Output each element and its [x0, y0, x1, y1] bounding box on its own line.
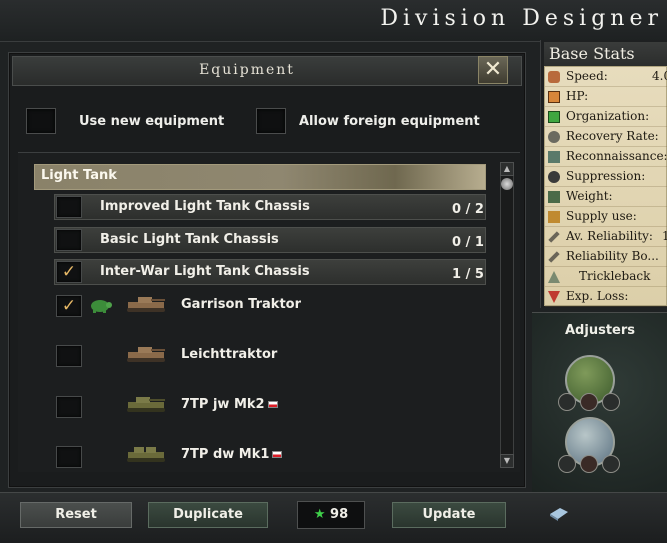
tank-icon	[127, 447, 165, 462]
reset-button[interactable]: Reset	[20, 502, 132, 528]
adjuster-attack-icon[interactable]	[558, 393, 576, 411]
duplicate-button[interactable]: Duplicate	[148, 502, 268, 528]
stat-row-suppression: Suppression:	[545, 167, 667, 187]
chassis-checkbox[interactable]	[56, 196, 82, 218]
weight-icon	[548, 191, 560, 203]
close-button[interactable]: ✕	[478, 56, 508, 84]
stat-row-exp-loss: Exp. Loss:	[545, 287, 667, 307]
scroll-down-icon[interactable]: ▼	[500, 454, 514, 468]
variant-checkbox[interactable]	[56, 345, 82, 367]
stat-row-weight: Weight:	[545, 187, 667, 207]
turtle-icon	[91, 300, 112, 313]
chassis-label: Basic Light Tank Chassis	[100, 232, 279, 247]
tank-icon	[127, 297, 165, 312]
recovery-icon	[548, 131, 560, 143]
speed-icon	[548, 71, 560, 83]
stat-row-reconnaissance: Reconnaissance:	[545, 147, 667, 167]
recon-icon	[548, 151, 560, 163]
poland-flag-icon	[272, 451, 283, 458]
suppression-icon	[548, 171, 560, 183]
update-button[interactable]: Update	[392, 502, 506, 528]
base-stats-title: Base Stats	[549, 44, 635, 63]
base-stats-list: Speed: 4.0 HP: Organization: Recovery Ra…	[544, 66, 667, 307]
chassis-checkbox[interactable]: ✓	[56, 261, 82, 283]
supply-icon	[548, 211, 560, 223]
reliability-bonus-icon	[548, 251, 560, 263]
window-title: Division Designer	[380, 6, 663, 31]
allow-foreign-equipment-label: Allow foreign equipment	[299, 114, 480, 129]
variant-name: Garrison Traktor	[181, 297, 301, 312]
cost-display: ★ 98	[297, 501, 365, 529]
category-label: Light Tank	[41, 168, 117, 183]
stat-row-recovery-rate: Recovery Rate:	[545, 127, 667, 147]
chassis-label: Inter-War Light Tank Chassis	[100, 264, 310, 279]
reliability-icon	[548, 231, 560, 243]
trickleback-icon	[548, 271, 560, 283]
chassis-count: 0 / 1	[452, 235, 484, 250]
adjuster-movement-icon[interactable]	[580, 455, 598, 473]
poland-flag-icon	[267, 401, 278, 408]
variant-checkbox[interactable]	[56, 446, 82, 468]
scroll-up-icon[interactable]: ▲	[500, 162, 514, 176]
adjuster-attack-icon[interactable]	[558, 455, 576, 473]
tank-icon	[127, 347, 165, 362]
template-icon[interactable]	[548, 506, 570, 522]
allow-foreign-equipment-checkbox[interactable]	[256, 108, 286, 134]
checkmark-icon: ✓	[61, 296, 77, 316]
chassis-checkbox[interactable]	[56, 229, 82, 251]
chassis-count: 0 / 2	[452, 202, 484, 217]
exp-loss-icon	[548, 291, 560, 303]
use-new-equipment-label: Use new equipment	[79, 114, 225, 129]
checkmark-icon: ✓	[61, 262, 77, 282]
adjuster-defense-icon[interactable]	[602, 393, 620, 411]
variant-name-row: 7TP jw Mk2	[181, 397, 278, 412]
equipment-panel-title: Equipment	[199, 62, 295, 78]
adjuster-defense-icon[interactable]	[602, 455, 620, 473]
adjusters-title: Adjusters	[565, 323, 635, 338]
stat-row-reliability-bonus: Reliability Bo...	[545, 247, 667, 267]
stat-row-supply-use: Supply use:	[545, 207, 667, 227]
variant-checkbox[interactable]	[56, 396, 82, 418]
chassis-label: Improved Light Tank Chassis	[100, 199, 310, 214]
variant-checkbox[interactable]: ✓	[56, 295, 82, 317]
adjuster-movement-icon[interactable]	[580, 393, 598, 411]
stat-row-hp: HP:	[545, 87, 667, 107]
variant-name: 7TP jw Mk2	[181, 397, 265, 412]
variant-name-row: 7TP dw Mk1	[181, 447, 283, 462]
scrollbar-track[interactable]	[500, 162, 514, 468]
star-icon: ★	[313, 507, 326, 522]
stat-row-speed: Speed: 4.0	[545, 67, 667, 87]
stat-row-trickleback: Trickleback	[545, 267, 667, 287]
stat-row-av-reliability: Av. Reliability: 1	[545, 227, 667, 247]
use-new-equipment-checkbox[interactable]	[26, 108, 56, 134]
tank-icon	[127, 397, 165, 412]
chassis-count: 1 / 5	[452, 267, 484, 282]
hp-icon	[548, 91, 560, 103]
close-icon: ✕	[483, 57, 503, 82]
stat-row-organization: Organization:	[545, 107, 667, 127]
organization-icon	[548, 111, 560, 123]
cost-value: 98	[330, 507, 349, 522]
scrollbar-thumb[interactable]	[501, 178, 513, 190]
variant-name: Leichttraktor	[181, 347, 278, 362]
variant-name: 7TP dw Mk1	[181, 447, 270, 462]
